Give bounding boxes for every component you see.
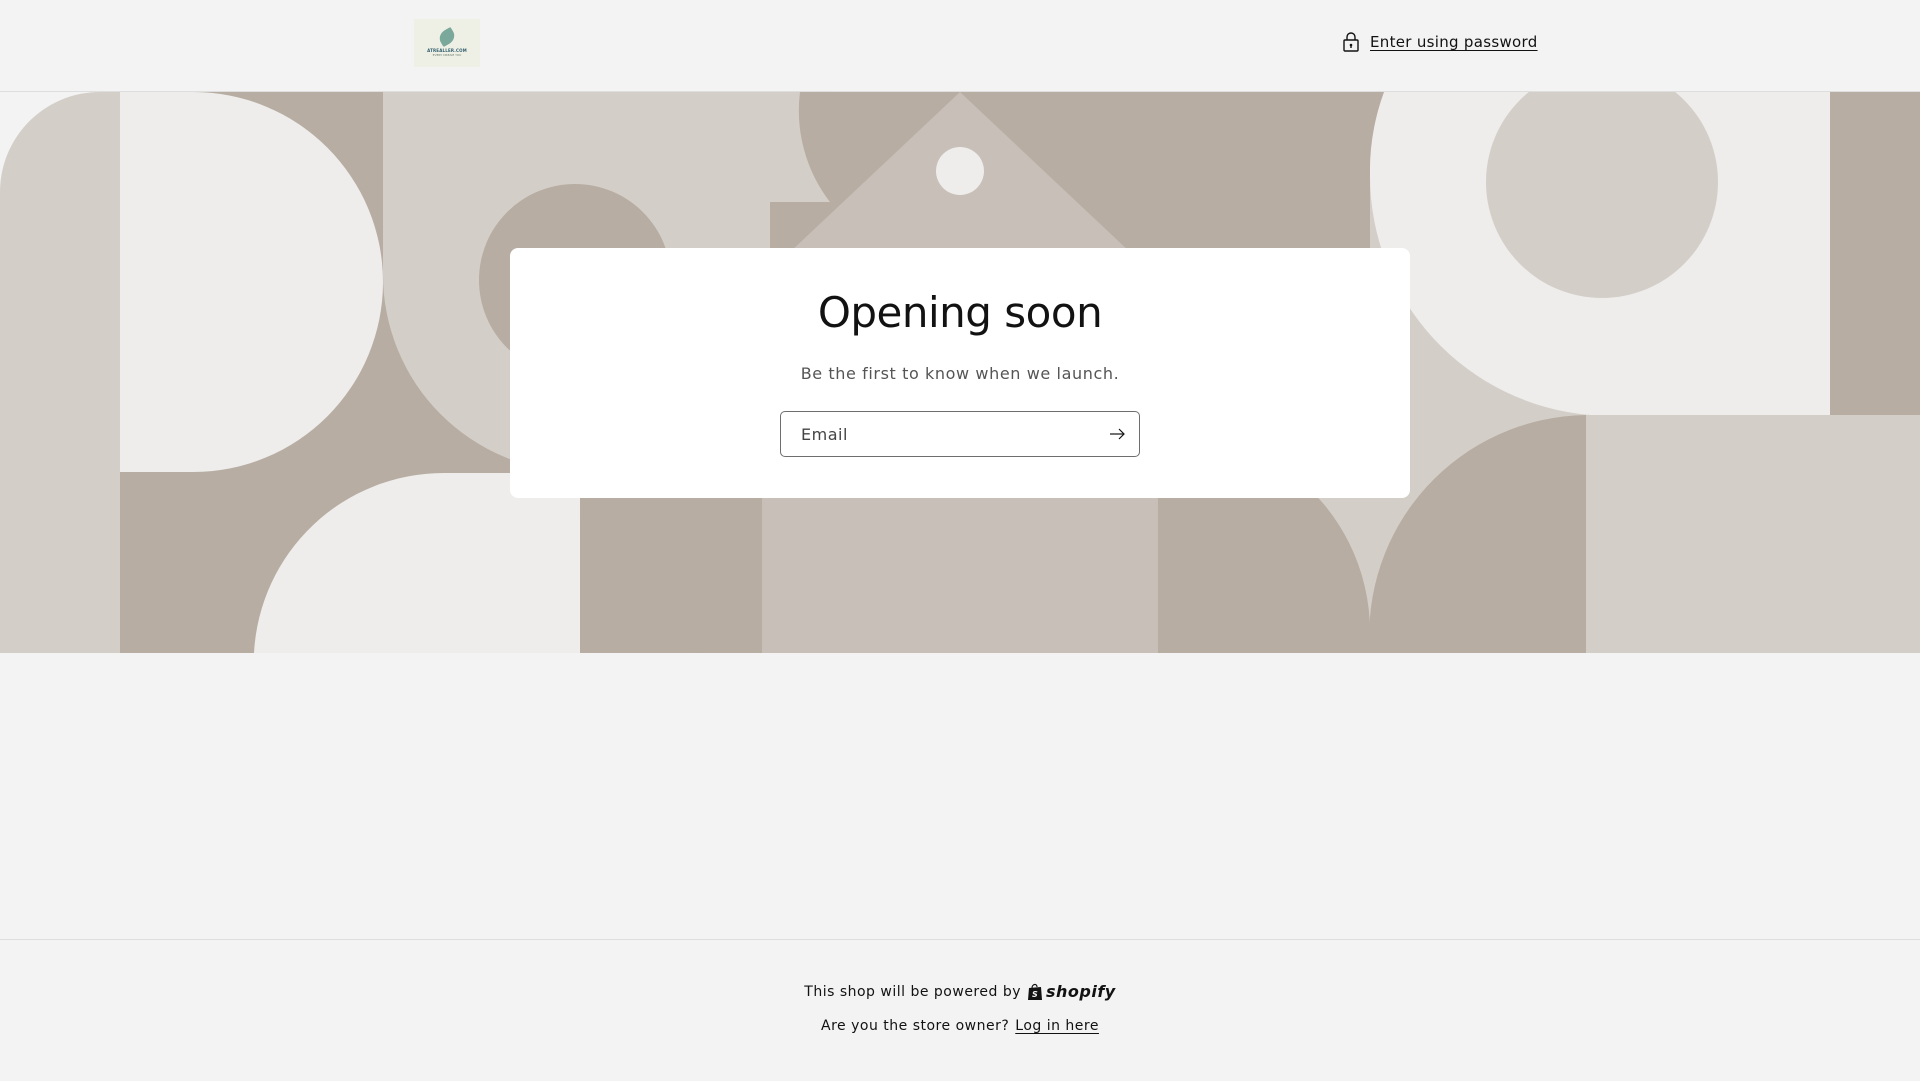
newsletter-card: Opening soon Be the first to know when w…	[510, 248, 1410, 498]
enter-password-link[interactable]: Enter using password	[1342, 31, 1538, 53]
owner-question: Are you the store owner?	[821, 1018, 1010, 1034]
shopify-brand-text: shopify	[1046, 982, 1116, 1001]
powered-by-text: This shop will be powered by	[804, 983, 1021, 1000]
email-field-wrapper	[780, 411, 1140, 457]
lock-icon	[1343, 32, 1359, 52]
shopify-logo-link[interactable]: S shopify	[1027, 982, 1116, 1001]
site-footer: This shop will be powered by S shopify A…	[0, 939, 1920, 1081]
email-input[interactable]	[781, 412, 1081, 456]
logo-subtext: EVERY DREAM YOU	[432, 52, 462, 57]
store-owner-line: Are you the store owner? Log in here	[0, 1018, 1920, 1034]
powered-by-line: This shop will be powered by S shopify	[0, 982, 1920, 1001]
arrow-right-icon	[1110, 428, 1125, 440]
subscribe-button[interactable]	[1097, 414, 1137, 454]
site-header: ATREALLER.COM EVERY DREAM YOU Enter usin…	[0, 0, 1920, 92]
store-logo[interactable]: ATREALLER.COM EVERY DREAM YOU	[414, 19, 480, 67]
leaf-icon	[436, 26, 458, 47]
login-link[interactable]: Log in here	[1015, 1018, 1099, 1034]
enter-password-label: Enter using password	[1370, 33, 1538, 51]
svg-text:S: S	[1032, 990, 1038, 999]
shopify-bag-icon: S	[1028, 983, 1042, 1000]
page-title: Opening soon	[817, 288, 1103, 337]
page-subtitle: Be the first to know when we launch.	[800, 364, 1120, 383]
